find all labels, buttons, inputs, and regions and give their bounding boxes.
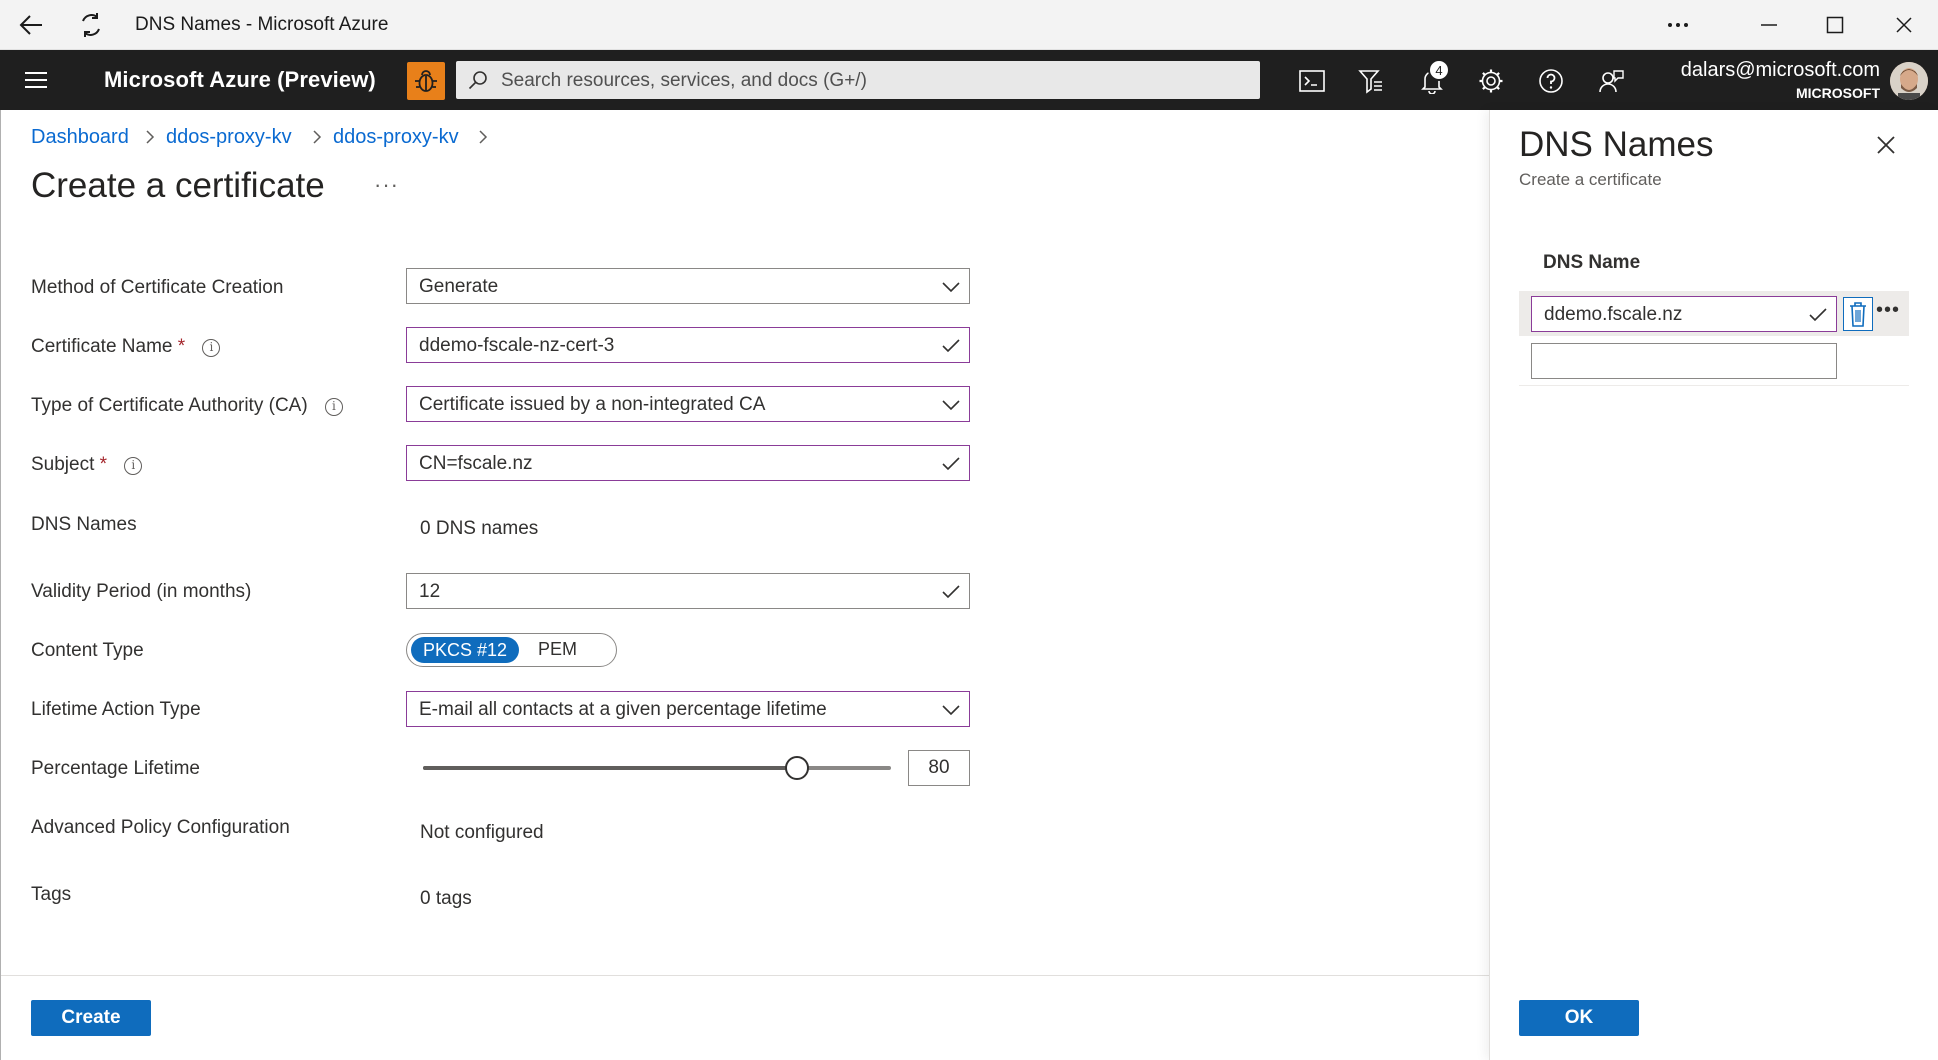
- window-title: DNS Names - Microsoft Azure: [135, 14, 389, 35]
- panel-subtitle: Create a certificate: [1519, 170, 1662, 189]
- gear-icon[interactable]: [1472, 62, 1510, 100]
- chevron-down-icon: [941, 700, 961, 725]
- ca-type-label-text: Type of Certificate Authority (CA): [31, 395, 308, 416]
- info-icon[interactable]: i: [324, 398, 343, 416]
- method-value: Generate: [419, 276, 499, 297]
- window-title-bar: DNS Names - Microsoft Azure: [0, 0, 1938, 50]
- info-icon[interactable]: i: [124, 457, 143, 475]
- refresh-icon[interactable]: [74, 8, 108, 42]
- percentage-slider-fill: [423, 766, 798, 770]
- tags-label: Tags: [31, 884, 72, 905]
- more-options-icon[interactable]: [1661, 8, 1695, 42]
- checkmark-icon: [941, 454, 961, 479]
- breadcrumb-separator: [477, 126, 489, 154]
- breadcrumb-dashboard[interactable]: Dashboard: [31, 126, 129, 149]
- required-marker: *: [99, 454, 108, 475]
- certificate-name-label-text: Certificate Name: [31, 336, 173, 357]
- info-icon[interactable]: i: [202, 339, 221, 357]
- page-title: Create a certificate: [31, 166, 325, 205]
- checkmark-icon: [1808, 305, 1828, 330]
- help-icon[interactable]: [1532, 62, 1570, 100]
- checkmark-icon: [941, 582, 961, 607]
- dns-name-value: ddemo.fscale.nz: [1544, 304, 1683, 325]
- content-type-label: Content Type: [31, 640, 144, 661]
- panel-title: DNS Names: [1519, 125, 1714, 164]
- breadcrumb-key-vault[interactable]: ddos-proxy-kv: [166, 126, 292, 149]
- create-button[interactable]: Create: [31, 1000, 151, 1036]
- validity-value: 12: [419, 581, 441, 602]
- subject-value: CN=fscale.nz: [419, 453, 533, 474]
- row-more-icon[interactable]: •••: [1876, 299, 1900, 322]
- feedback-icon[interactable]: [1592, 62, 1630, 100]
- notification-badge: 4: [1428, 59, 1450, 81]
- back-arrow-icon[interactable]: [14, 8, 48, 42]
- search-placeholder: Search resources, services, and docs (G+…: [501, 70, 867, 91]
- percentage-input[interactable]: 80: [908, 750, 970, 786]
- ca-type-dropdown[interactable]: Certificate issued by a non-integrated C…: [406, 386, 970, 422]
- breadcrumb-separator: [144, 126, 156, 154]
- ok-button[interactable]: OK: [1519, 1000, 1639, 1036]
- percentage-slider-thumb[interactable]: [785, 756, 810, 780]
- content-type-option-pem[interactable]: PEM: [538, 639, 577, 660]
- maximize-icon[interactable]: [1818, 8, 1852, 42]
- user-organization: MICROSOFT: [1796, 85, 1880, 101]
- dns-names-label: DNS Names: [31, 514, 137, 535]
- user-email[interactable]: dalars@microsoft.com: [1670, 59, 1880, 82]
- lifetime-action-label: Lifetime Action Type: [31, 699, 201, 720]
- hamburger-menu-icon[interactable]: [24, 70, 48, 95]
- advanced-policy-label: Advanced Policy Configuration: [31, 817, 290, 838]
- close-window-icon[interactable]: [1887, 8, 1921, 42]
- certificate-name-input[interactable]: ddemo-fscale-nz-cert-3: [406, 327, 970, 363]
- certificate-name-value: ddemo-fscale-nz-cert-3: [419, 335, 615, 356]
- bug-icon[interactable]: [407, 62, 445, 100]
- global-search-box[interactable]: Search resources, services, and docs (G+…: [456, 61, 1260, 99]
- dns-name-column-header: DNS Name: [1543, 252, 1641, 273]
- breadcrumb-certificates[interactable]: ddos-proxy-kv: [333, 126, 459, 149]
- directory-filter-icon[interactable]: [1352, 62, 1390, 100]
- footer-divider: [1, 975, 1489, 976]
- percentage-lifetime-label: Percentage Lifetime: [31, 758, 200, 779]
- method-label: Method of Certificate Creation: [31, 277, 284, 298]
- breadcrumb-separator: [311, 126, 323, 154]
- required-marker: *: [177, 336, 186, 357]
- minimize-icon[interactable]: [1752, 8, 1786, 42]
- chevron-down-icon: [941, 395, 961, 420]
- validity-label: Validity Period (in months): [31, 581, 252, 602]
- tags-link[interactable]: 0 tags: [420, 888, 472, 910]
- window-left-border: [0, 110, 1, 1060]
- cloud-shell-icon[interactable]: [1293, 62, 1331, 100]
- page-more-icon[interactable]: ···: [374, 172, 399, 198]
- lifetime-action-value: E-mail all contacts at a given percentag…: [419, 699, 827, 720]
- checkmark-icon: [941, 336, 961, 361]
- list-divider: [1519, 385, 1909, 386]
- portal-brand[interactable]: Microsoft Azure (Preview): [104, 67, 376, 93]
- subject-label-text: Subject: [31, 454, 95, 475]
- dns-name-input[interactable]: ddemo.fscale.nz: [1531, 296, 1837, 332]
- method-dropdown[interactable]: Generate: [406, 268, 970, 304]
- dns-names-link[interactable]: 0 DNS names: [420, 518, 538, 540]
- dns-name-new-input[interactable]: [1531, 343, 1837, 379]
- ca-type-label: Type of Certificate Authority (CA) i: [31, 395, 343, 417]
- advanced-policy-link[interactable]: Not configured: [420, 822, 544, 844]
- validity-input[interactable]: 12: [406, 573, 970, 609]
- delete-icon[interactable]: [1843, 297, 1873, 331]
- lifetime-action-dropdown[interactable]: E-mail all contacts at a given percentag…: [406, 691, 970, 727]
- subject-input[interactable]: CN=fscale.nz: [406, 445, 970, 481]
- search-icon: [468, 70, 488, 95]
- content-type-toggle: PKCS #12 PEM: [406, 633, 617, 667]
- close-icon[interactable]: [1873, 132, 1899, 158]
- ca-type-value: Certificate issued by a non-integrated C…: [419, 394, 766, 415]
- avatar[interactable]: [1890, 62, 1928, 100]
- subject-label: Subject * i: [31, 454, 143, 476]
- content-type-option-pkcs12[interactable]: PKCS #12: [411, 637, 519, 663]
- chevron-down-icon: [941, 277, 961, 302]
- certificate-name-label: Certificate Name * i: [31, 336, 221, 358]
